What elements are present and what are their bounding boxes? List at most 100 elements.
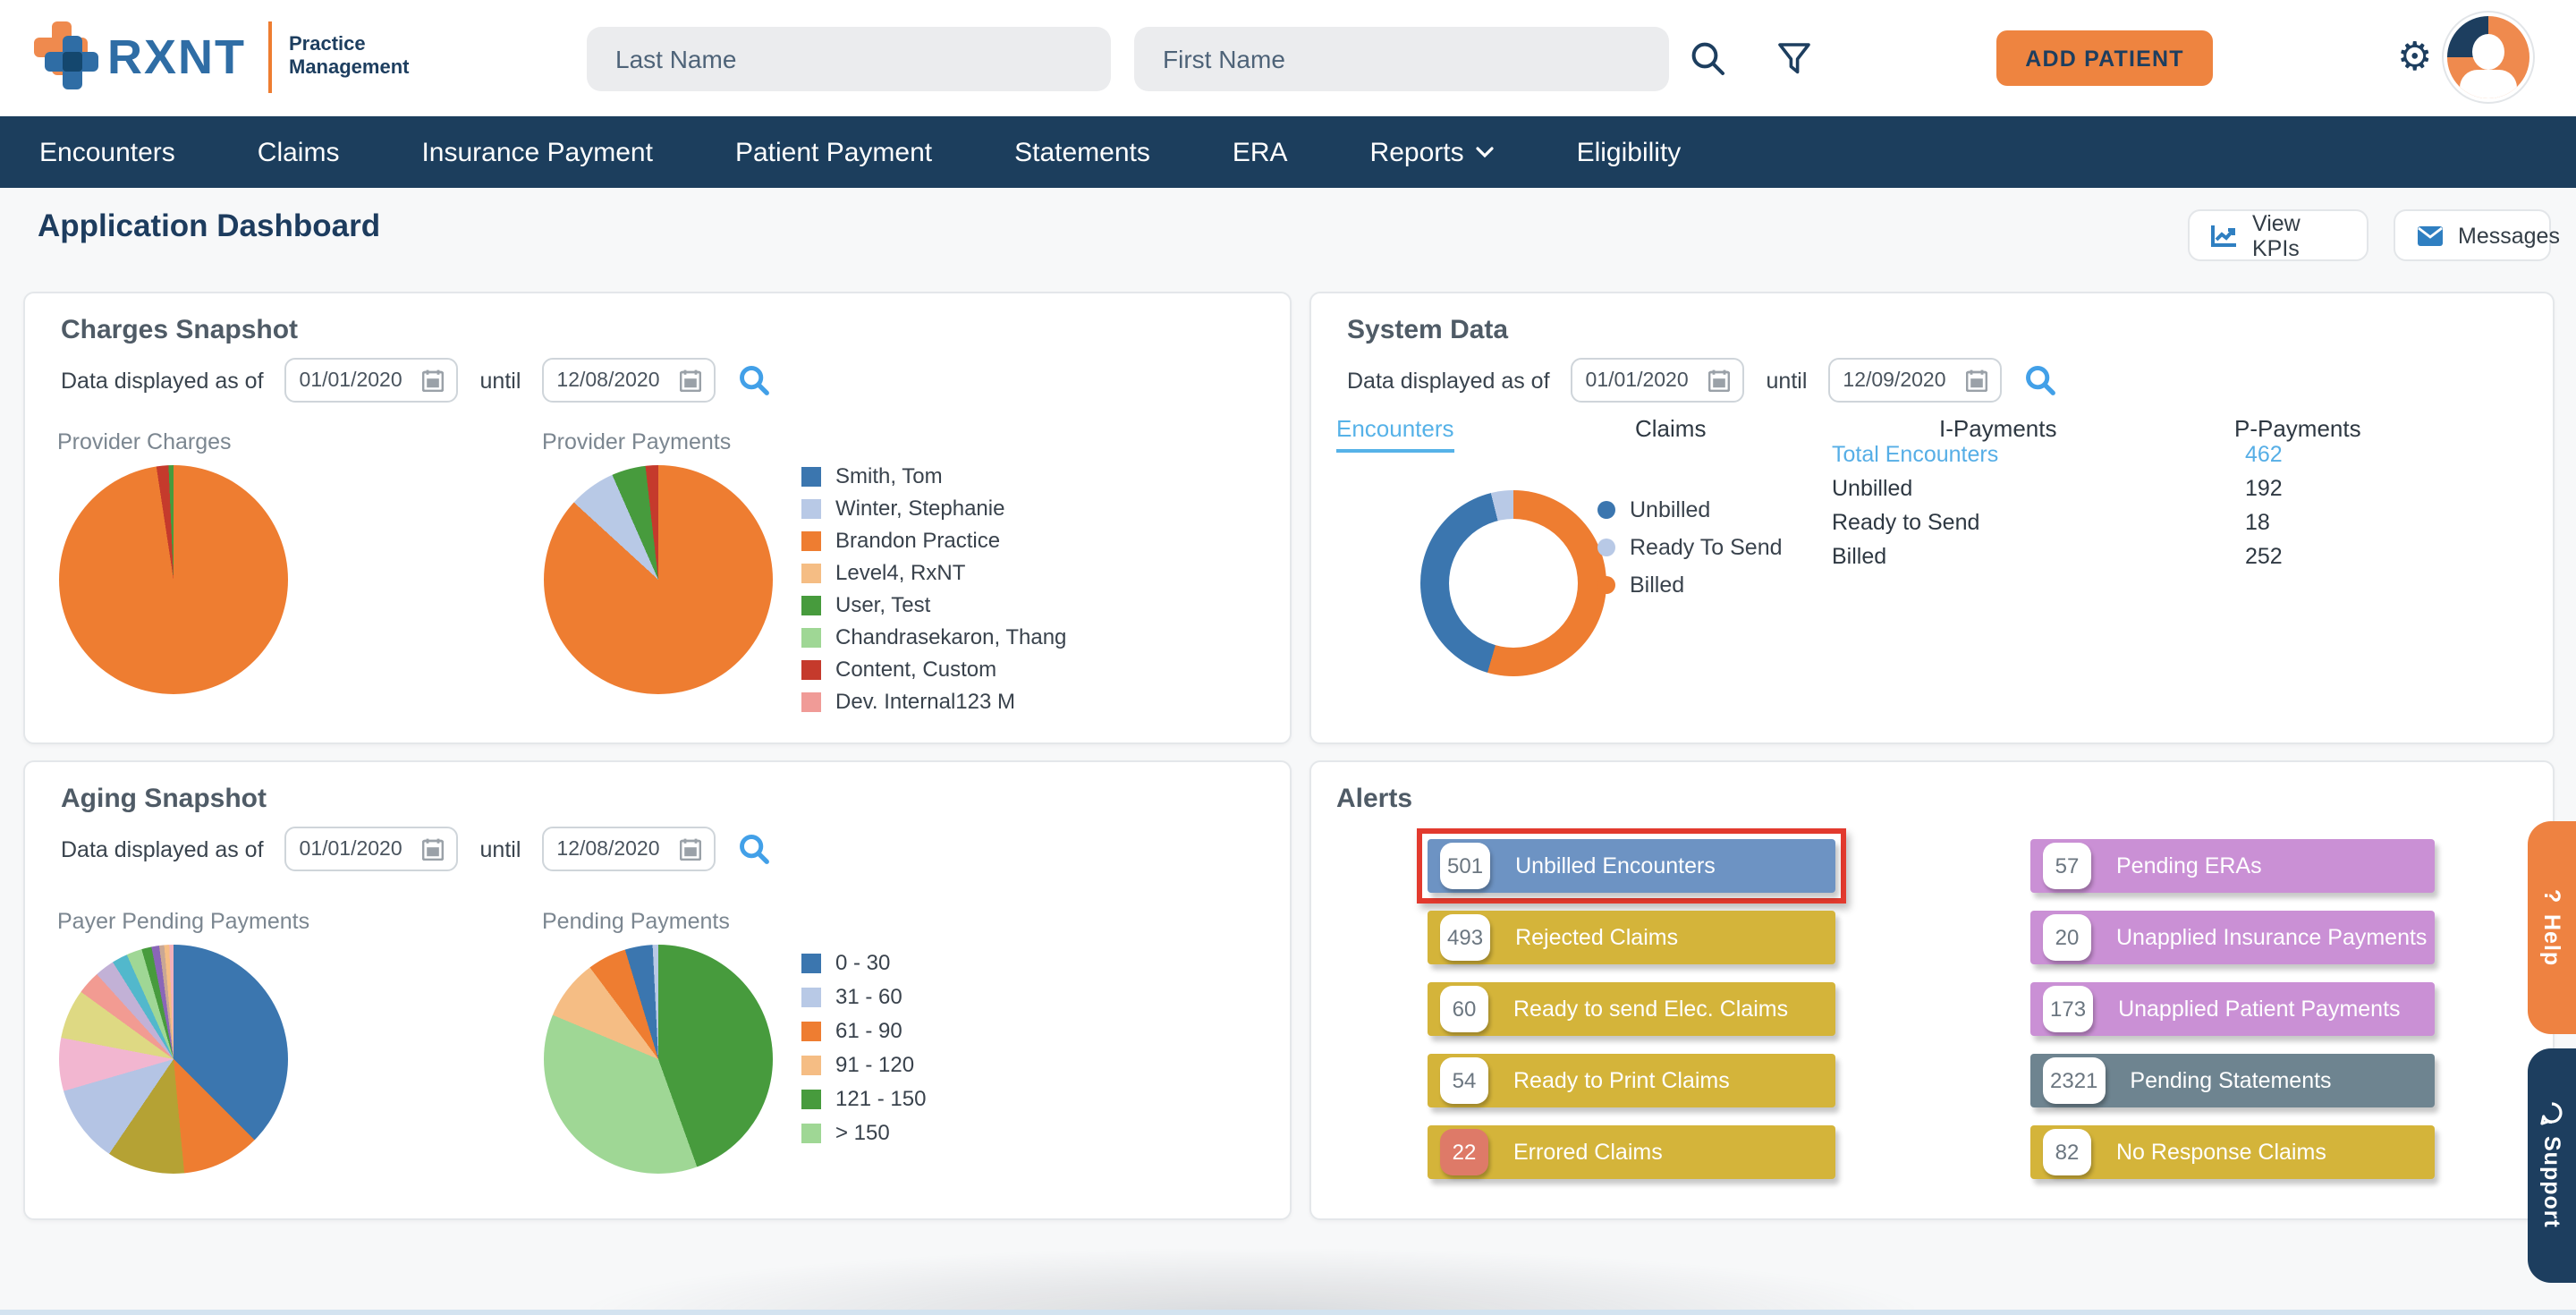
view-kpis-button[interactable]: View KPIs [2188,209,2368,261]
calendar-icon [680,369,702,392]
legend-item: Smith, Tom [801,460,1270,492]
last-name-input[interactable] [587,27,1111,91]
legend-item: > 150 [801,1116,926,1149]
calendar-icon [680,837,702,861]
aging-date-row: Data displayed as of 01/01/2020 until 12… [61,827,771,871]
legend-item: Content, Custom [801,653,1270,685]
until-label: until [479,368,521,393]
alert-unapplied-patient-payments[interactable]: 173 Unapplied Patient Payments [2030,982,2435,1036]
nav-item-eligibility[interactable]: Eligibility [1577,137,1682,167]
alert-count-badge: 20 [2043,914,2091,961]
legend-item: 61 - 90 [801,1014,926,1047]
alert-pending-eras[interactable]: 57 Pending ERAs [2030,839,2435,893]
first-name-input[interactable] [1134,27,1669,91]
calendar-icon [422,837,445,861]
legend-item: Dev. Internal123 M [801,685,1270,717]
alert-ready-send-elec-claims[interactable]: 60 Ready to send Elec. Claims [1428,982,1835,1036]
nav-item-encounters[interactable]: Encounters [39,137,175,167]
stat-value: 18 [2245,510,2270,535]
date-prefix-label: Data displayed as of [61,368,264,393]
nav-item-reports[interactable]: Reports [1370,137,1495,167]
system-data-panel: System Data Data displayed as of 01/01/2… [1309,292,2555,744]
legend-item: Ready To Send [1597,531,1783,564]
until-label: until [1766,368,1808,393]
stat-value: 462 [2245,442,2283,467]
nav-item-statements[interactable]: Statements [1014,137,1150,167]
system-date-to[interactable]: 12/09/2020 [1828,358,2003,403]
support-tab[interactable]: Support [2528,1048,2576,1283]
legend-item: 0 - 30 [801,946,926,979]
nav-item-era[interactable]: ERA [1233,137,1288,167]
aging-date-to[interactable]: 12/08/2020 [542,827,716,871]
alert-count-badge: 57 [2043,843,2091,889]
legend-item: Unbilled [1597,494,1783,526]
nav-item-patient-payment[interactable]: Patient Payment [735,137,932,167]
provider-charges-pie [59,465,288,694]
charges-date-to[interactable]: 12/08/2020 [542,358,716,403]
system-date-from[interactable]: 01/01/2020 [1571,358,1745,403]
aging-date-from[interactable]: 01/01/2020 [284,827,459,871]
tab-i-payments[interactable]: I-Payments [1939,415,2057,442]
bottom-shadow [590,1249,1914,1315]
gear-icon[interactable]: ⚙ [2397,32,2432,82]
alert-unapplied-insurance-payments[interactable]: 20 Unapplied Insurance Payments [2030,911,2435,964]
legend-item: Billed [1597,569,1783,601]
date-prefix-label: Data displayed as of [61,836,264,861]
aging-search-icon[interactable] [737,832,771,866]
stat-label[interactable]: Total Encounters [1832,440,2245,469]
tab-p-payments[interactable]: P-Payments [2234,415,2361,442]
system-data-title: System Data [1347,315,1509,345]
alerts-title: Alerts [1336,784,1413,814]
alert-ready-print-claims[interactable]: 54 Ready to Print Claims [1428,1054,1835,1107]
legend-item: Brandon Practice [801,524,1270,556]
nav-item-claims[interactable]: Claims [258,137,340,167]
payer-pending-title: Payer Pending Payments [57,909,310,934]
search-icon[interactable] [1689,39,1728,79]
stat-label: Billed [1832,544,1887,569]
brand-name: RXNT [107,30,246,83]
rxnt-cross-icon [29,18,100,97]
tab-encounters[interactable]: Encounters [1336,415,1454,453]
alerts-panel: Alerts 501 Unbilled Encounters 493 Rejec… [1309,760,2555,1220]
donut-hole [1449,519,1578,648]
question-icon: ? [2539,888,2564,904]
add-patient-button[interactable]: ADD PATIENT [1996,30,2213,86]
alert-rejected-claims[interactable]: 493 Rejected Claims [1428,911,1835,964]
envelope-icon [2417,225,2444,246]
date-prefix-label: Data displayed as of [1347,368,1550,393]
provider-charges-title: Provider Charges [57,429,232,454]
page-title: Application Dashboard [38,208,381,243]
avatar[interactable] [2447,16,2529,98]
nav-item-insurance-payment[interactable]: Insurance Payment [421,137,653,167]
legend-item: User, Test [801,589,1270,621]
alert-unbilled-encounters[interactable]: 501 Unbilled Encounters [1428,839,1835,893]
system-date-row: Data displayed as of 01/01/2020 until 12… [1347,358,2057,403]
encounter-stats: Total Encounters 462 Unbilled 192 Ready … [1832,440,2283,571]
filter-icon[interactable] [1775,39,1814,79]
alert-errored-claims[interactable]: 22 Errored Claims [1428,1125,1835,1179]
alert-count-badge: 2321 [2043,1057,2106,1104]
kpi-chart-icon [2211,224,2238,247]
charges-date-from[interactable]: 01/01/2020 [284,358,459,403]
aging-snapshot-title: Aging Snapshot [61,784,267,814]
charges-snapshot-title: Charges Snapshot [61,315,299,345]
alert-count-badge: 501 [1440,843,1491,889]
avatar-head [2472,34,2504,70]
alert-count-badge: 22 [1440,1129,1488,1175]
chevron-down-icon [1476,146,1495,158]
messages-button[interactable]: Messages [2394,209,2560,261]
provider-payments-pie [544,465,773,694]
legend-item: 91 - 120 [801,1048,926,1081]
rxnt-logo: RXNT Practice Management [29,18,410,97]
encounters-legend: Unbilled Ready To Send Billed [1597,494,1783,601]
selection-highlight: 501 Unbilled Encounters [1417,828,1846,904]
help-tab[interactable]: ? Help [2528,821,2576,1034]
tab-claims[interactable]: Claims [1635,415,1706,442]
system-search-icon[interactable] [2023,363,2057,397]
alert-count-badge: 493 [1440,914,1491,961]
charges-search-icon[interactable] [737,363,771,397]
aging-snapshot-panel: Aging Snapshot Data displayed as of 01/0… [23,760,1292,1220]
alert-no-response-claims[interactable]: 82 No Response Claims [2030,1125,2435,1179]
aging-legend: 0 - 30 31 - 60 61 - 90 91 - 120 121 - 15… [801,946,926,1149]
alert-pending-statements[interactable]: 2321 Pending Statements [2030,1054,2435,1107]
